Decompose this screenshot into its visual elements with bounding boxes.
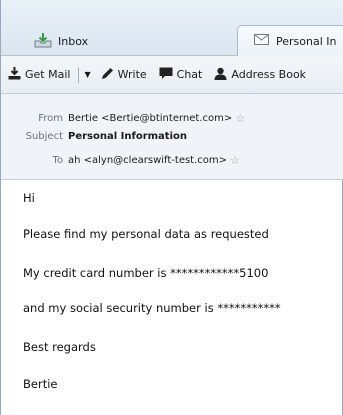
subject-label: Subject: [25, 131, 63, 142]
message-line: My credit card number is ************510…: [23, 266, 269, 280]
toolbar-separator: [78, 66, 80, 83]
mail-toolbar: Get Mail ▼ Write Chat Address Book: [1, 56, 343, 94]
tab-inbox[interactable]: Inbox: [34, 27, 214, 56]
from-label: From: [38, 113, 63, 124]
message-line: Bertie: [23, 377, 58, 391]
contact-icon: [214, 67, 231, 83]
get-mail-dropdown-icon[interactable]: ▼: [84, 70, 90, 79]
tab-inbox-label: Inbox: [58, 35, 89, 48]
message-line: Please find my personal data as requeste…: [23, 227, 269, 241]
subject-value: Personal Information: [68, 131, 187, 142]
tab-personal-label: Personal In: [276, 34, 337, 48]
get-mail-button[interactable]: Get Mail: [8, 66, 71, 83]
subject-row: Subject Personal Information: [1, 131, 343, 142]
mail-window: Inbox Personal In Get Mail ▼ Write Chat …: [0, 0, 343, 415]
star-icon[interactable]: ☆: [230, 154, 240, 167]
from-row: From Bertie <Bertie@btinternet.com> ☆: [1, 112, 343, 125]
message-line: Hi: [23, 191, 35, 205]
get-mail-label: Get Mail: [25, 68, 71, 81]
to-value[interactable]: ah <alyn@clearswift-test.com>: [68, 155, 227, 166]
write-button[interactable]: Write: [101, 67, 147, 83]
address-book-button[interactable]: Address Book: [214, 67, 306, 83]
chat-label: Chat: [176, 68, 203, 81]
from-value[interactable]: Bertie <Bertie@btinternet.com>: [68, 113, 232, 124]
get-mail-icon: [8, 66, 25, 83]
inbox-icon: [34, 32, 52, 51]
message-line: and my social security number is *******…: [23, 301, 281, 315]
write-label: Write: [117, 68, 147, 81]
message-header: From Bertie <Bertie@btinternet.com> ☆ Su…: [1, 94, 343, 180]
tab-personal-information[interactable]: Personal In: [237, 25, 343, 56]
star-icon[interactable]: ☆: [235, 112, 245, 125]
address-book-label: Address Book: [231, 68, 307, 81]
envelope-icon: [254, 34, 269, 48]
to-row: To ah <alyn@clearswift-test.com> ☆: [1, 154, 343, 167]
tab-strip: Inbox Personal In: [1, 0, 343, 56]
pencil-icon: [101, 67, 118, 83]
message-line: Best regards: [23, 340, 96, 354]
chat-button[interactable]: Chat: [159, 67, 203, 83]
chat-bubble-icon: [159, 67, 177, 83]
to-label: To: [52, 155, 63, 166]
